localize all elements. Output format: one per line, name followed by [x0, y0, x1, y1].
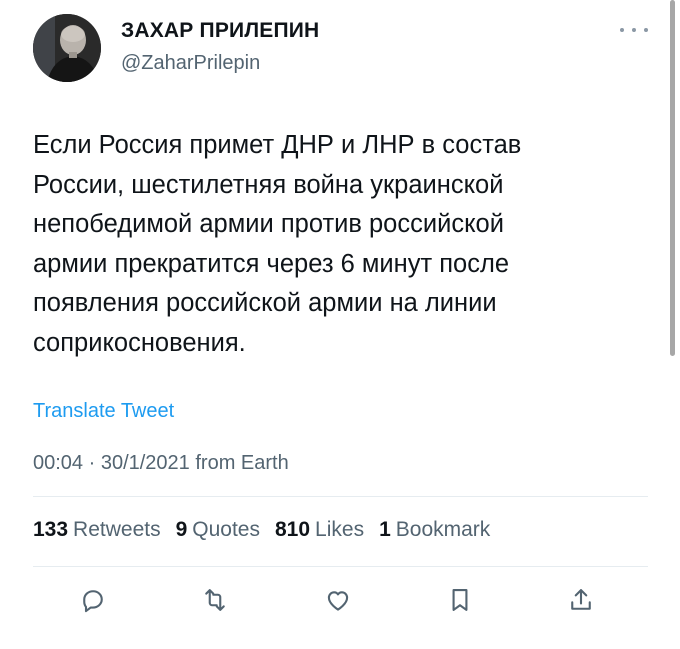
bookmark-icon [452, 589, 468, 611]
bookmark-button[interactable] [444, 584, 476, 616]
quotes-label: Quotes [192, 518, 260, 541]
quotes-stat[interactable]: 9 Quotes [176, 518, 260, 542]
retweets-label: Retweets [73, 518, 161, 541]
tweet-text-line: Если Россия примет ДНР и ЛНР в состав [33, 131, 522, 159]
dot [620, 28, 624, 32]
tweet-text-line: армии прекратится через 6 минут после [33, 249, 510, 278]
divider [33, 496, 648, 497]
reply-button[interactable] [77, 584, 109, 616]
bookmarks-label: Bookmark [395, 518, 491, 541]
tweet-text: Если Россия примет ДНР и ЛНР в состав Ро… [33, 126, 618, 363]
quotes-count: 9 [175, 518, 188, 541]
action-bar [0, 584, 680, 616]
share-button[interactable] [565, 584, 597, 616]
dot [632, 28, 636, 32]
bookmarks-count: 1 [379, 518, 391, 541]
translate-tweet-link[interactable]: Translate Tweet [33, 400, 174, 423]
more-options-icon[interactable] [620, 20, 648, 40]
retweet-icon [205, 589, 225, 611]
retweets-count: 133 [33, 518, 69, 541]
like-button[interactable] [322, 584, 354, 616]
likes-label: Likes [315, 518, 365, 541]
reply-icon [83, 590, 103, 613]
retweets-stat[interactable]: 133 Retweets [33, 518, 161, 542]
avatar[interactable] [33, 14, 101, 82]
tweet-text-line: непобедимой армии против российской [33, 210, 504, 238]
author-display-name[interactable]: ЗАХАР ПРИЛЕПИН [121, 19, 319, 43]
heart-icon [327, 591, 349, 611]
tweet-text-line: появления российской армии на линии [33, 289, 497, 317]
retweet-button[interactable] [199, 584, 231, 616]
likes-stat[interactable]: 810 Likes [275, 518, 364, 542]
likes-count: 810 [275, 518, 311, 541]
dot [644, 28, 648, 32]
tweet-stats: 133 Retweets 9 Quotes 810 Likes 1 Bookmark [33, 518, 490, 542]
share-icon [571, 589, 591, 610]
avatar-photo [33, 14, 101, 82]
tweet-text-line: России, шестилетняя война украинской [33, 170, 504, 199]
tweet-text-line: соприкосновения. [33, 328, 246, 357]
divider [33, 566, 648, 567]
tweet-timestamp[interactable]: 00:04 · 30/1/2021 from Earth [33, 452, 289, 475]
bookmarks-stat[interactable]: 1 Bookmark [379, 518, 490, 542]
author-handle[interactable]: @ZaharPrilepin [121, 52, 260, 75]
scrollbar[interactable] [670, 0, 675, 356]
